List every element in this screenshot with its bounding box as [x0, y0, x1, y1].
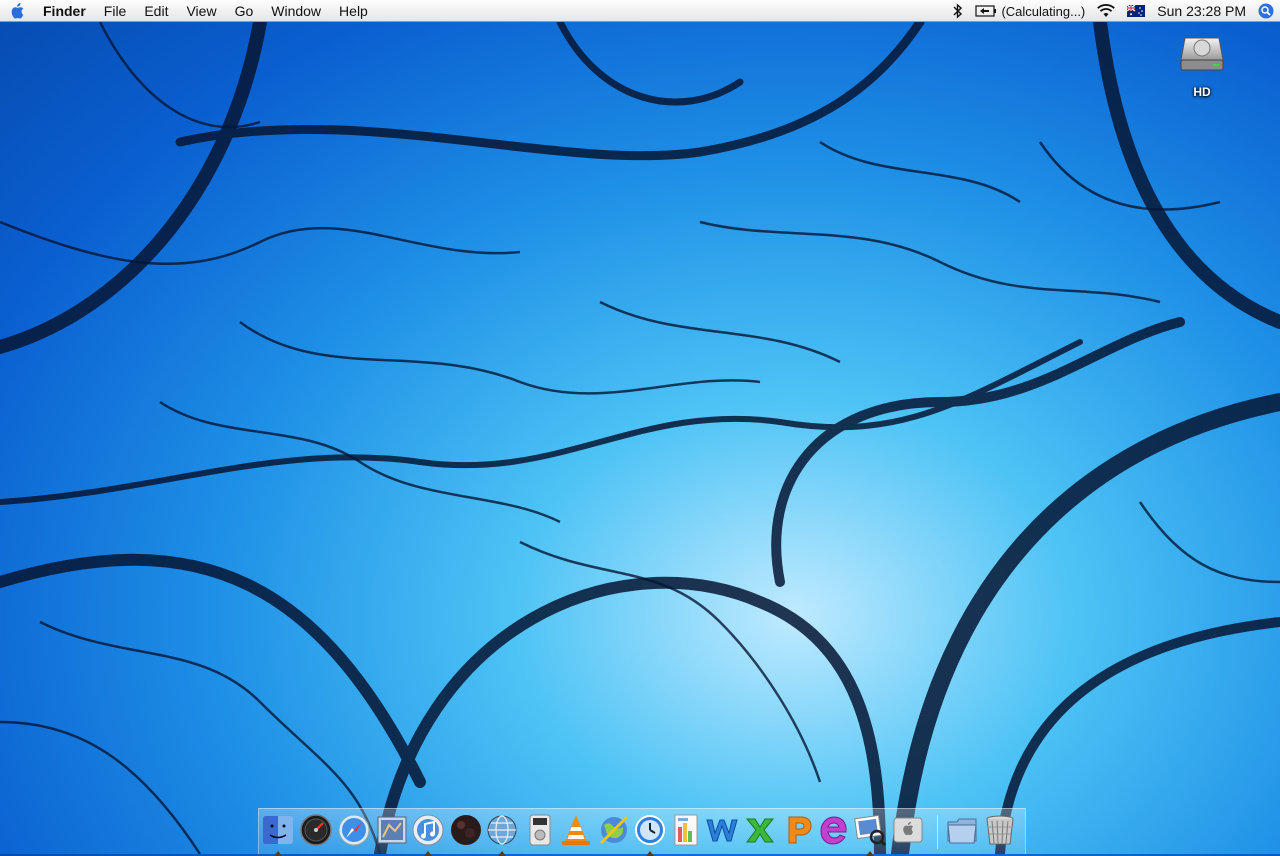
desktop-icon-label: HD [1193, 85, 1211, 99]
dock-item-system-preferences[interactable] [891, 813, 925, 849]
battery-status-text: (Calculating...) [1001, 3, 1086, 19]
dock-separator [937, 815, 938, 849]
dark-sphere-icon [451, 815, 481, 845]
dock-item-network-globe[interactable] [485, 813, 519, 856]
dock-item-finder[interactable] [261, 813, 295, 856]
folder-icon [947, 818, 977, 844]
word-w-icon [706, 819, 738, 842]
menu-app-finder[interactable]: Finder [34, 0, 95, 22]
globe-icon [487, 815, 517, 845]
battery-menu[interactable]: (Calculating...) [969, 0, 1091, 22]
wifi-icon [1097, 4, 1116, 17]
input-menu[interactable] [1121, 0, 1151, 22]
dock-item-globe-tool[interactable] [597, 813, 631, 849]
menu-file[interactable]: File [95, 0, 136, 22]
spotlight-menu[interactable] [1252, 0, 1280, 22]
itunes-icon [412, 814, 444, 846]
apple-logo-icon [11, 2, 24, 19]
dock-item-excel[interactable] [743, 813, 777, 849]
trash-icon [986, 815, 1014, 845]
desktop-wallpaper [0, 22, 1280, 854]
bluetooth-menu[interactable] [947, 0, 969, 22]
dock-item-time-machine[interactable] [633, 813, 667, 856]
dock [258, 808, 1026, 856]
dvd-player-icon [529, 814, 551, 846]
document-icon [674, 814, 698, 846]
dock-item-safari[interactable] [337, 813, 371, 849]
menu-bar: Finder File Edit View Go Window Help (Ca… [0, 0, 1280, 22]
spotlight-search-icon [1258, 3, 1274, 19]
finder-icon [263, 816, 293, 844]
dashboard-icon [300, 814, 332, 846]
apple-prefs-icon [893, 817, 923, 843]
menu-help[interactable]: Help [330, 0, 377, 22]
dock-item-vlc[interactable] [559, 813, 593, 849]
globe-tool-icon [599, 815, 629, 845]
dock-item-dvd-player[interactable] [523, 813, 557, 849]
menu-view[interactable]: View [177, 0, 225, 22]
dock-item-dashboard[interactable] [299, 813, 333, 849]
clock-icon [635, 815, 665, 845]
dock-item-powerpoint[interactable] [781, 813, 815, 849]
powerpoint-p-icon [788, 816, 812, 844]
bluetooth-icon [953, 3, 963, 19]
dock-item-entourage[interactable] [817, 813, 851, 849]
dock-item-mail[interactable] [375, 813, 409, 849]
dock-item-sphere-app[interactable] [449, 813, 483, 849]
australia-flag-icon [1127, 5, 1146, 17]
menu-go[interactable]: Go [226, 0, 263, 22]
wifi-menu[interactable] [1091, 0, 1121, 22]
dock-item-trash[interactable] [983, 813, 1017, 849]
hard-drive-icon [1180, 37, 1224, 71]
dock-item-word[interactable] [705, 813, 739, 849]
preview-icon [854, 814, 887, 847]
dock-item-colored-doc[interactable] [669, 813, 703, 849]
desktop-icon-hd[interactable]: HD [1172, 30, 1232, 99]
mail-icon [377, 816, 407, 844]
vlc-cone-icon [562, 815, 590, 845]
dock-item-preview[interactable] [853, 813, 887, 856]
clock[interactable]: Sun 23:28 PM [1151, 0, 1252, 22]
entourage-e-icon [820, 816, 847, 845]
menu-edit[interactable]: Edit [135, 0, 177, 22]
excel-x-icon [745, 818, 775, 843]
safari-icon [338, 814, 370, 846]
menu-window[interactable]: Window [262, 0, 330, 22]
dock-item-itunes[interactable] [411, 813, 445, 856]
apple-menu[interactable] [0, 0, 34, 22]
battery-icon [975, 5, 997, 17]
dock-item-documents[interactable] [945, 813, 979, 849]
